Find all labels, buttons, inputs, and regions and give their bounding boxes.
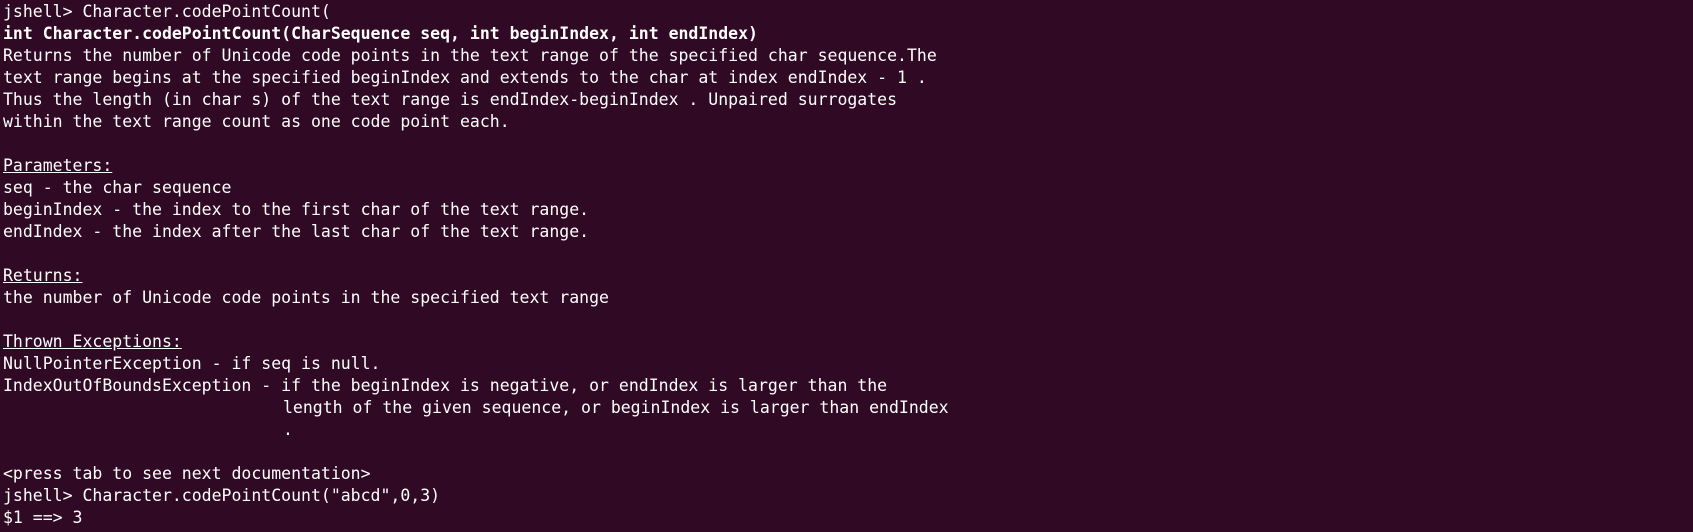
parameter-line: seq - the char sequence bbox=[3, 178, 232, 197]
parameter-line: endIndex - the index after the last char… bbox=[3, 222, 590, 241]
exception-continuation-line: . bbox=[283, 420, 293, 439]
returns-heading: Returns: bbox=[3, 266, 83, 285]
exception-line: IndexOutOfBoundsException - if the begin… bbox=[3, 376, 888, 395]
exception-line: NullPointerException - if seq is null. bbox=[3, 354, 381, 373]
command-line[interactable]: jshell> Character.codePointCount("abcd",… bbox=[3, 485, 1693, 507]
method-signature: int Character.codePointCount(CharSequenc… bbox=[3, 24, 758, 43]
exception-continuation-line: length of the given sequence, or beginIn… bbox=[283, 398, 949, 417]
doc-description-line: Thus the length (in char s) of the text … bbox=[3, 90, 898, 109]
result-line: $1 ==> 3 bbox=[3, 508, 83, 527]
prompt-line: jshell> Character.codePointCount( bbox=[3, 2, 331, 21]
returns-line: the number of Unicode code points in the… bbox=[3, 288, 609, 307]
doc-description-line: within the text range count as one code … bbox=[3, 112, 510, 131]
terminal-window[interactable]: jshell> Character.codePointCount( int Ch… bbox=[0, 0, 1693, 532]
tab-hint-line: <press tab to see next documentation> bbox=[3, 464, 371, 483]
exceptions-heading: Thrown Exceptions: bbox=[3, 332, 182, 351]
doc-description-line: Returns the number of Unicode code point… bbox=[3, 46, 937, 65]
parameters-heading: Parameters: bbox=[3, 156, 113, 175]
doc-description-line: text range begins at the specified begin… bbox=[3, 68, 927, 87]
parameter-line: beginIndex - the index to the first char… bbox=[3, 200, 590, 219]
